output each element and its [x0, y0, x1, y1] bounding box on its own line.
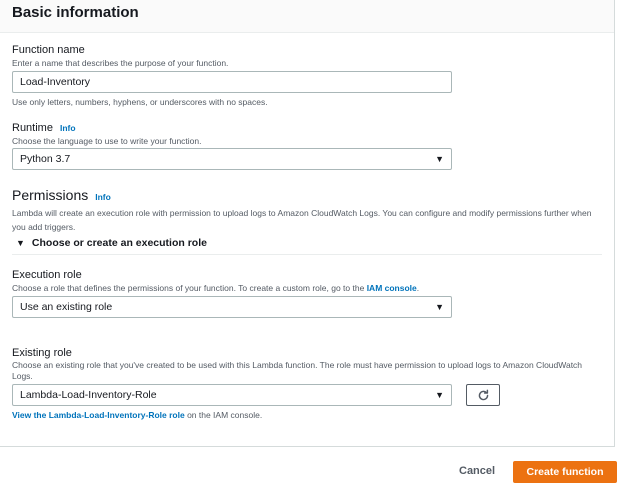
caret-down-icon: ▼ — [435, 302, 444, 312]
runtime-select[interactable]: Python 3.7 ▼ — [12, 148, 452, 170]
cancel-button[interactable]: Cancel — [459, 465, 495, 477]
execution-role-description-end: . — [416, 283, 420, 293]
permissions-description: Lambda will create an execution role wit… — [12, 208, 592, 232]
function-name-hint: Use only letters, numbers, hyphens, or u… — [12, 97, 268, 107]
existing-role-select[interactable]: Lambda-Load-Inventory-Role ▼ — [12, 384, 452, 406]
execution-role-select[interactable]: Use an existing role ▼ — [12, 296, 452, 318]
permissions-title-row: Permissions Info — [12, 187, 111, 203]
expand-triangle-icon: ▼ — [16, 238, 25, 248]
panel-header: Basic information — [0, 0, 614, 33]
execution-role-expander[interactable]: ▼ Choose or create an execution role — [16, 237, 207, 249]
view-role-suffix: on the IAM console. — [184, 410, 263, 420]
execution-role-expander-label: Choose or create an execution role — [31, 237, 207, 249]
function-name-label: Function name — [12, 44, 85, 56]
existing-role-value: Lambda-Load-Inventory-Role — [20, 389, 157, 401]
refresh-icon — [478, 389, 488, 400]
basic-information-panel: Basic information Function name Enter a … — [0, 0, 615, 447]
runtime-value: Python 3.7 — [20, 153, 71, 165]
execution-role-description: Choose a role that defines the permissio… — [12, 283, 419, 293]
execution-role-label: Execution role — [12, 269, 82, 281]
section-divider — [12, 254, 602, 255]
permissions-info-link[interactable]: Info — [95, 192, 111, 202]
function-name-value: Load-Inventory — [20, 76, 91, 88]
runtime-description: Choose the language to use to write your… — [12, 136, 202, 146]
view-role-link[interactable]: View the Lambda-Load-Inventory-Role role — [12, 410, 185, 420]
execution-role-value: Use an existing role — [20, 301, 113, 313]
function-name-description: Enter a name that describes the purpose … — [12, 58, 229, 68]
execution-role-description-text: Choose a role that defines the permissio… — [12, 283, 367, 293]
function-name-input[interactable]: Load-Inventory — [12, 71, 452, 93]
caret-down-icon: ▼ — [435, 154, 444, 164]
iam-console-link[interactable]: IAM console — [367, 283, 417, 293]
view-role-line: View the Lambda-Load-Inventory-Role role… — [12, 410, 262, 420]
runtime-label-row: Runtime Info — [12, 122, 76, 134]
refresh-roles-button[interactable] — [466, 384, 500, 406]
permissions-title: Permissions — [12, 187, 89, 203]
runtime-info-link[interactable]: Info — [60, 123, 76, 133]
runtime-label: Runtime — [12, 122, 53, 134]
existing-role-label: Existing role — [12, 347, 72, 359]
form-footer: Cancel Create function — [0, 447, 622, 486]
caret-down-icon: ▼ — [435, 390, 444, 400]
create-function-button[interactable]: Create function — [513, 461, 617, 483]
existing-role-description: Choose an existing role that you've crea… — [12, 360, 583, 381]
panel-title: Basic information — [12, 4, 139, 21]
